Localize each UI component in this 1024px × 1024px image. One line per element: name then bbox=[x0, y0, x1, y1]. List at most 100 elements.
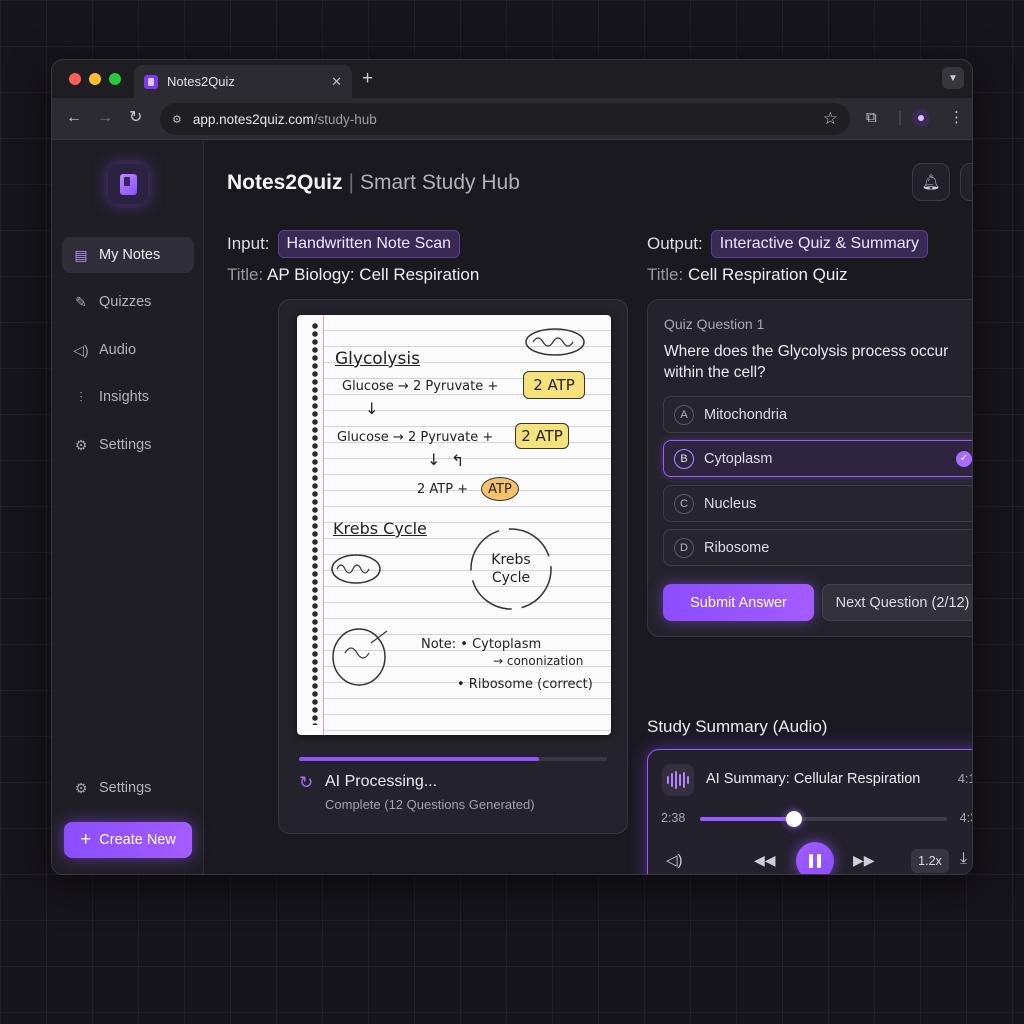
pause-icon bbox=[809, 854, 813, 868]
extensions-icon[interactable]: ⧉ bbox=[866, 108, 877, 128]
pause-icon-bar bbox=[817, 854, 821, 868]
plus-icon: + bbox=[80, 829, 92, 850]
page-title: Notes2Quiz | Smart Study Hub bbox=[227, 171, 520, 195]
page-subtitle: Smart Study Hub bbox=[360, 171, 520, 194]
document-icon: ▤ bbox=[74, 246, 88, 263]
close-window-button[interactable] bbox=[69, 73, 81, 85]
input-label-text: Input: bbox=[227, 234, 270, 253]
playback-speed-button[interactable]: 1.2x bbox=[911, 849, 949, 873]
elapsed-time: 2:38 bbox=[661, 811, 686, 825]
sidebar-item-audio[interactable]: ◁) Audio bbox=[62, 332, 194, 368]
sidebar-item-settings[interactable]: ⚙ Settings bbox=[62, 427, 194, 463]
input-title: Title: AP Biology: Cell Respiration bbox=[227, 265, 479, 285]
url-text[interactable]: app.notes2quiz.com/study-hub bbox=[193, 112, 823, 127]
kebab-menu-icon[interactable]: ⋮ bbox=[949, 108, 964, 128]
sidebar-bottom-settings[interactable]: ⚙ Settings bbox=[62, 770, 194, 806]
new-tab-button[interactable]: + bbox=[362, 68, 373, 90]
submit-answer-button[interactable]: Submit Answer bbox=[663, 584, 814, 621]
audio-player: AI Summary: Cellular Respiration 4:15 2:… bbox=[647, 749, 972, 874]
quiz-option-b[interactable]: B Cytoplasm ✓ bbox=[663, 440, 972, 477]
note-line: Glucose → 2 Pyruvate + bbox=[342, 379, 499, 394]
forward-arrow-icon[interactable]: → bbox=[97, 108, 113, 128]
cycle-label: Krebs Cycle bbox=[491, 552, 531, 586]
brand-name: Notes2Quiz bbox=[227, 171, 343, 194]
fast-forward-icon[interactable]: ▶▶ bbox=[853, 852, 875, 869]
tab-title: Notes2Quiz bbox=[167, 74, 235, 89]
audio-seek-thumb[interactable] bbox=[785, 811, 802, 827]
sidebar-item-label: Settings bbox=[99, 780, 152, 796]
site-settings-icon[interactable]: ⚙ bbox=[172, 113, 182, 126]
rewind-icon[interactable]: ◀◀ bbox=[754, 852, 776, 869]
note-line: • Ribosome (correct) bbox=[457, 677, 593, 692]
sidebar-item-my-notes[interactable]: ▤ My Notes bbox=[62, 237, 194, 273]
margin-line bbox=[323, 315, 324, 735]
browser-tab[interactable]: Notes2Quiz ✕ bbox=[134, 65, 352, 98]
sidebar-item-quizzes[interactable]: ✎ Quizzes bbox=[62, 284, 194, 320]
quiz-option-d[interactable]: D Ribosome bbox=[663, 529, 972, 566]
bookmark-star-icon[interactable]: ☆ bbox=[823, 109, 838, 129]
check-icon: ✓ bbox=[956, 450, 972, 467]
processing-title: AI Processing... bbox=[325, 773, 438, 790]
pause-button[interactable] bbox=[796, 842, 834, 874]
maximize-window-button[interactable] bbox=[109, 73, 121, 85]
output-label-text: Output: bbox=[647, 234, 703, 253]
volume-icon[interactable]: ◁) bbox=[666, 851, 683, 869]
output-title: Title: Cell Respiration Quiz bbox=[647, 265, 848, 285]
quiz-question-label: Quiz Question 1 bbox=[664, 316, 765, 332]
note-line: 2 ATP + bbox=[417, 482, 469, 497]
input-type-chip[interactable]: Handwritten Note Scan bbox=[277, 230, 461, 258]
settings-button[interactable]: ⚙ bbox=[960, 163, 972, 201]
bar-chart-icon: ⫶ bbox=[79, 388, 83, 405]
title-separator: | bbox=[348, 171, 354, 194]
handwritten-note-image[interactable]: Glycolysis Glucose → 2 Pyruvate + 2 ATP … bbox=[297, 315, 611, 735]
back-arrow-icon[interactable]: ← bbox=[66, 108, 82, 128]
reload-icon[interactable]: ↻ bbox=[129, 108, 142, 128]
quiz-option-c[interactable]: C Nucleus bbox=[663, 485, 972, 522]
bell-icon: 🔔︎ bbox=[921, 174, 941, 191]
atp-oval: ATP bbox=[481, 477, 519, 501]
output-title-key: Title: bbox=[647, 265, 684, 284]
output-type-chip[interactable]: Interactive Quiz & Summary bbox=[710, 230, 928, 258]
processing-status: Complete (12 Questions Generated) bbox=[325, 797, 535, 812]
sidebar-item-insights[interactable]: ⫶ Insights bbox=[62, 379, 194, 415]
option-text: Ribosome bbox=[704, 539, 770, 556]
processing-progress-bar bbox=[299, 757, 607, 761]
address-bar[interactable]: ⚙ app.notes2quiz.com/study-hub ☆ bbox=[160, 103, 850, 135]
quiz-question-text: Where does the Glycolysis process occur … bbox=[664, 343, 949, 381]
audio-seek-fill bbox=[700, 817, 794, 821]
processing-progress-fill bbox=[299, 757, 540, 761]
sidebar-item-label: Insights bbox=[99, 389, 149, 405]
option-letter: C bbox=[674, 493, 694, 514]
note-line: → cononization bbox=[493, 654, 584, 668]
app-logo[interactable] bbox=[108, 164, 148, 204]
note-line: Note: • Cytoplasm bbox=[421, 637, 542, 652]
waveform-icon bbox=[662, 764, 694, 796]
url-host: app.notes2quiz.com bbox=[192, 111, 314, 127]
tab-strip: Notes2Quiz ✕ + ▼ bbox=[52, 60, 972, 98]
option-letter: D bbox=[674, 537, 694, 558]
profile-avatar[interactable] bbox=[912, 109, 930, 127]
down-arrow: ↓ bbox=[365, 399, 379, 418]
main-content: Notes2Quiz| Smart Study Hub 🔔︎ ⚙ Input: H… bbox=[204, 141, 972, 874]
curved-arrow: ↰ bbox=[451, 451, 465, 470]
option-letter: A bbox=[674, 404, 694, 425]
tab-close-icon[interactable]: ✕ bbox=[331, 74, 342, 90]
quiz-option-a[interactable]: A Mitochondria bbox=[663, 396, 972, 433]
input-title-key: Title: bbox=[227, 265, 264, 284]
browser-window: Notes2Quiz ✕ + ▼ ← → ↻ ⚙ app.notes2quiz.… bbox=[51, 59, 973, 875]
gear-icon: ⚙ bbox=[74, 779, 88, 796]
sidebar-item-label: Settings bbox=[99, 437, 152, 453]
next-question-button[interactable]: Next Question (2/12) bbox=[822, 584, 972, 621]
sidebar-item-label: My Notes bbox=[99, 247, 161, 263]
tab-search-chevron-icon[interactable]: ▼ bbox=[942, 67, 964, 89]
option-text: Mitochondria bbox=[704, 406, 788, 423]
speaker-icon: ◁) bbox=[73, 341, 89, 358]
download-icon[interactable]: ⤓ bbox=[960, 850, 967, 868]
organelle-sketch-icon bbox=[331, 554, 381, 584]
create-new-button[interactable]: + Create New bbox=[64, 822, 192, 858]
notifications-button[interactable]: 🔔︎ bbox=[912, 163, 950, 201]
audio-seek-bar[interactable] bbox=[700, 817, 947, 821]
minimize-window-button[interactable] bbox=[89, 73, 101, 85]
note-heading-krebs: Krebs Cycle bbox=[333, 519, 427, 538]
refresh-icon: ↻ bbox=[299, 773, 314, 792]
